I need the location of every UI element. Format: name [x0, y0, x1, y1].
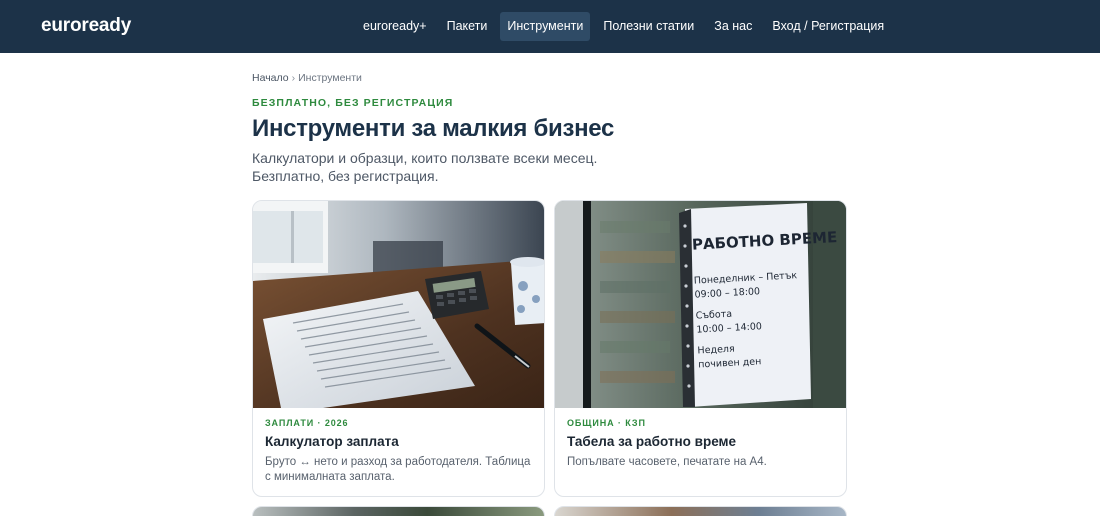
breadcrumb: Начало › Инструменти — [252, 72, 362, 84]
tool-card-next-right[interactable] — [554, 506, 847, 516]
tool-card-salary-calculator[interactable]: ЗАПЛАТИ · 2026 Калкулатор заплата Бруто … — [252, 200, 545, 497]
hero-eyebrow: БЕЗПЛАТНО, БЕЗ РЕГИСТРАЦИЯ — [252, 97, 454, 109]
nav-item-tools[interactable]: Инструменти — [500, 12, 591, 41]
breadcrumb-current: Инструменти — [298, 72, 362, 84]
card-title: Калкулатор заплата — [265, 434, 399, 449]
sign-line-5: Неделя — [697, 344, 735, 357]
site-header: euroready euroready+ Пакети Инструменти … — [0, 0, 1100, 53]
breadcrumb-home[interactable]: Начало — [252, 72, 289, 84]
card-description: Попълвате часовете, печатате на А4. — [567, 456, 767, 468]
nav-item-euroready-plus[interactable]: euroready+ — [356, 12, 434, 41]
tool-card-next-left[interactable] — [252, 506, 545, 516]
brand-logo[interactable]: euroready — [41, 15, 131, 37]
nav-item-login[interactable]: Вход / Регистрация — [765, 12, 891, 41]
card-image-salary-desk — [253, 201, 544, 408]
card-title: Табела за работно време — [567, 434, 737, 449]
card-image-working-hours-sign: РАБОТНО ВРЕМЕ Понеделник – Петък 09:00 –… — [555, 201, 846, 408]
card-tag: ЗАПЛАТИ · 2026 — [265, 418, 349, 428]
nav-item-about[interactable]: За нас — [707, 12, 759, 41]
sign-line-3: Събота — [695, 309, 732, 322]
card-description: Бруто ↔ нето и разход за работодателя. Т… — [265, 456, 531, 483]
nav-item-articles[interactable]: Полезни статии — [596, 12, 701, 41]
main-nav: euroready+ Пакети Инструменти Полезни ст… — [356, 12, 897, 41]
breadcrumb-separator: › — [291, 72, 296, 84]
hero-lead: Калкулатори и образци, които ползвате вс… — [252, 150, 598, 184]
card-tag: ОБЩИНА · КЗП — [567, 418, 646, 428]
nav-item-packages[interactable]: Пакети — [440, 12, 495, 41]
tool-card-working-hours-sign[interactable]: РАБОТНО ВРЕМЕ Понеделник – Петък 09:00 –… — [554, 200, 847, 497]
page-title: Инструменти за малкия бизнес — [252, 115, 615, 142]
